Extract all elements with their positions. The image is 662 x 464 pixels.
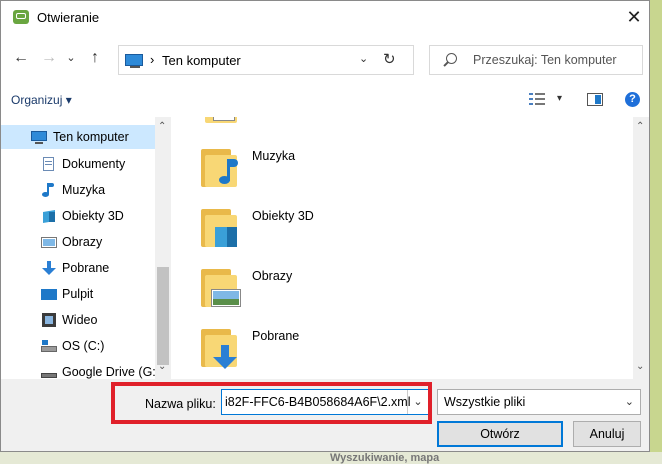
sidebar-item-pulpit[interactable]: Pulpit [1, 282, 155, 306]
downloads-folder-icon [201, 325, 243, 369]
sidebar-item-ten-komputer[interactable]: Ten komputer [1, 125, 155, 149]
navigation-pane-scrollbar[interactable]: ⌃ ⌄ [155, 117, 171, 379]
pictures-icon [41, 235, 57, 249]
forward-arrow-icon[interactable]: → [39, 49, 59, 67]
desktop-icon [41, 287, 57, 301]
documents-icon [41, 157, 57, 171]
search-placeholder: Przeszukaj: Ten komputer [473, 53, 617, 67]
pc-icon [125, 54, 143, 68]
sidebar-item-label: Pobrane [62, 261, 110, 275]
sidebar-item-label: Obrazy [62, 235, 103, 249]
sidebar-item-obrazy[interactable]: Obrazy [1, 230, 155, 254]
scroll-up-icon[interactable]: ⌃ [158, 121, 166, 132]
app-icon [13, 10, 29, 24]
cancel-button[interactable]: Anuluj [573, 421, 641, 447]
scroll-down-icon[interactable]: ⌄ [158, 361, 166, 372]
breadcrumb-location[interactable]: Ten komputer [162, 53, 241, 68]
filetype-dropdown-icon[interactable]: ⌄ [625, 395, 634, 408]
navigation-pane: Ten komputer Dokumenty Muzyka Obiekty 3D… [1, 117, 171, 379]
filetype-value: Wszystkie pliki [444, 395, 526, 409]
cube-3d-icon [41, 209, 57, 224]
sidebar-item-label: Ten komputer [53, 130, 129, 144]
music-icon [41, 183, 57, 197]
folder-label: Muzyka [252, 149, 296, 163]
scroll-down-icon[interactable]: ⌄ [636, 361, 644, 372]
scrollbar-thumb[interactable] [157, 267, 169, 365]
address-bar[interactable]: › Ten komputer ⌄ ↻ [118, 45, 414, 75]
address-dropdown-icon[interactable]: ⌄ [359, 52, 368, 65]
recent-locations-icon[interactable]: ⌄ [61, 51, 81, 64]
sidebar-item-label: OS (C:) [62, 339, 105, 353]
title-bar: Otwieranie ✕ [1, 1, 649, 33]
list-item[interactable]: Obiekty 3D [201, 197, 451, 257]
background-app-text: Wyszukiwanie, mapa [330, 452, 440, 464]
sidebar-item-label: Pulpit [62, 287, 94, 301]
view-options-icon[interactable] [529, 93, 545, 105]
sidebar-item-google-drive[interactable]: Google Drive (G: [1, 360, 156, 379]
preview-pane-icon[interactable] [587, 93, 603, 106]
list-item[interactable]: Obrazy [201, 257, 451, 317]
scroll-up-icon[interactable]: ⌃ [636, 121, 644, 132]
sidebar-item-obiekty-3d[interactable]: Obiekty 3D [1, 204, 155, 228]
open-button[interactable]: Otwórz [437, 421, 563, 447]
filetype-select[interactable]: Wszystkie pliki ⌄ [437, 389, 641, 415]
list-item[interactable]: Pobrane [201, 317, 451, 377]
video-icon [41, 313, 57, 327]
music-folder-icon [201, 145, 243, 189]
dialog-title: Otwieranie [37, 10, 100, 25]
back-arrow-icon[interactable]: ← [11, 49, 31, 67]
sidebar-item-label: Obiekty 3D [62, 209, 124, 223]
search-icon [446, 53, 457, 64]
folder-label: Obrazy [252, 269, 293, 283]
objects3d-folder-icon [201, 205, 243, 249]
organize-button[interactable]: Organizuj ▾ [11, 93, 72, 107]
sidebar-item-pobrane[interactable]: Pobrane [1, 256, 155, 280]
sidebar-item-label: Muzyka [62, 183, 106, 197]
sidebar-item-dokumenty[interactable]: Dokumenty [1, 152, 155, 176]
highlight-annotation [111, 382, 432, 424]
list-item[interactable]: Muzyka [201, 137, 451, 197]
navigation-bar: ← → ⌄ ↑ › Ten komputer ⌄ ↻ Przeszukaj: T… [1, 41, 649, 79]
file-list-scrollbar[interactable]: ⌃ ⌄ [633, 117, 649, 379]
sidebar-item-label: Dokumenty [62, 157, 126, 171]
refresh-icon[interactable]: ↻ [383, 50, 396, 68]
download-icon [41, 261, 57, 275]
pictures-folder-icon [201, 265, 243, 309]
folder-label: Pobrane [252, 329, 300, 343]
search-input[interactable]: Przeszukaj: Ten komputer [429, 45, 643, 75]
sidebar-item-wideo[interactable]: Wideo [1, 308, 155, 332]
sidebar-item-label: Wideo [62, 313, 98, 327]
command-bar: Organizuj ▾ ▾ ? [1, 85, 649, 115]
background-app-edge [650, 0, 662, 464]
up-arrow-icon[interactable]: ↑ [85, 49, 105, 67]
partial-folder-icon [201, 117, 243, 125]
folder-label: Obiekty 3D [252, 209, 314, 223]
drive-icon [41, 339, 57, 353]
view-dropdown-icon[interactable]: ▾ [557, 93, 562, 104]
breadcrumb-separator: › [150, 52, 155, 67]
google-drive-icon [41, 365, 57, 379]
file-list: Muzyka Obiekty 3D Obrazy Pobrane [171, 117, 633, 379]
help-icon[interactable]: ? [625, 92, 640, 107]
sidebar-item-muzyka[interactable]: Muzyka [1, 178, 155, 202]
sidebar-item-label: Google Drive (G: [62, 365, 156, 379]
close-icon[interactable]: ✕ [623, 6, 645, 28]
pc-icon [31, 130, 47, 144]
sidebar-item-os-c[interactable]: OS (C:) [1, 334, 155, 358]
